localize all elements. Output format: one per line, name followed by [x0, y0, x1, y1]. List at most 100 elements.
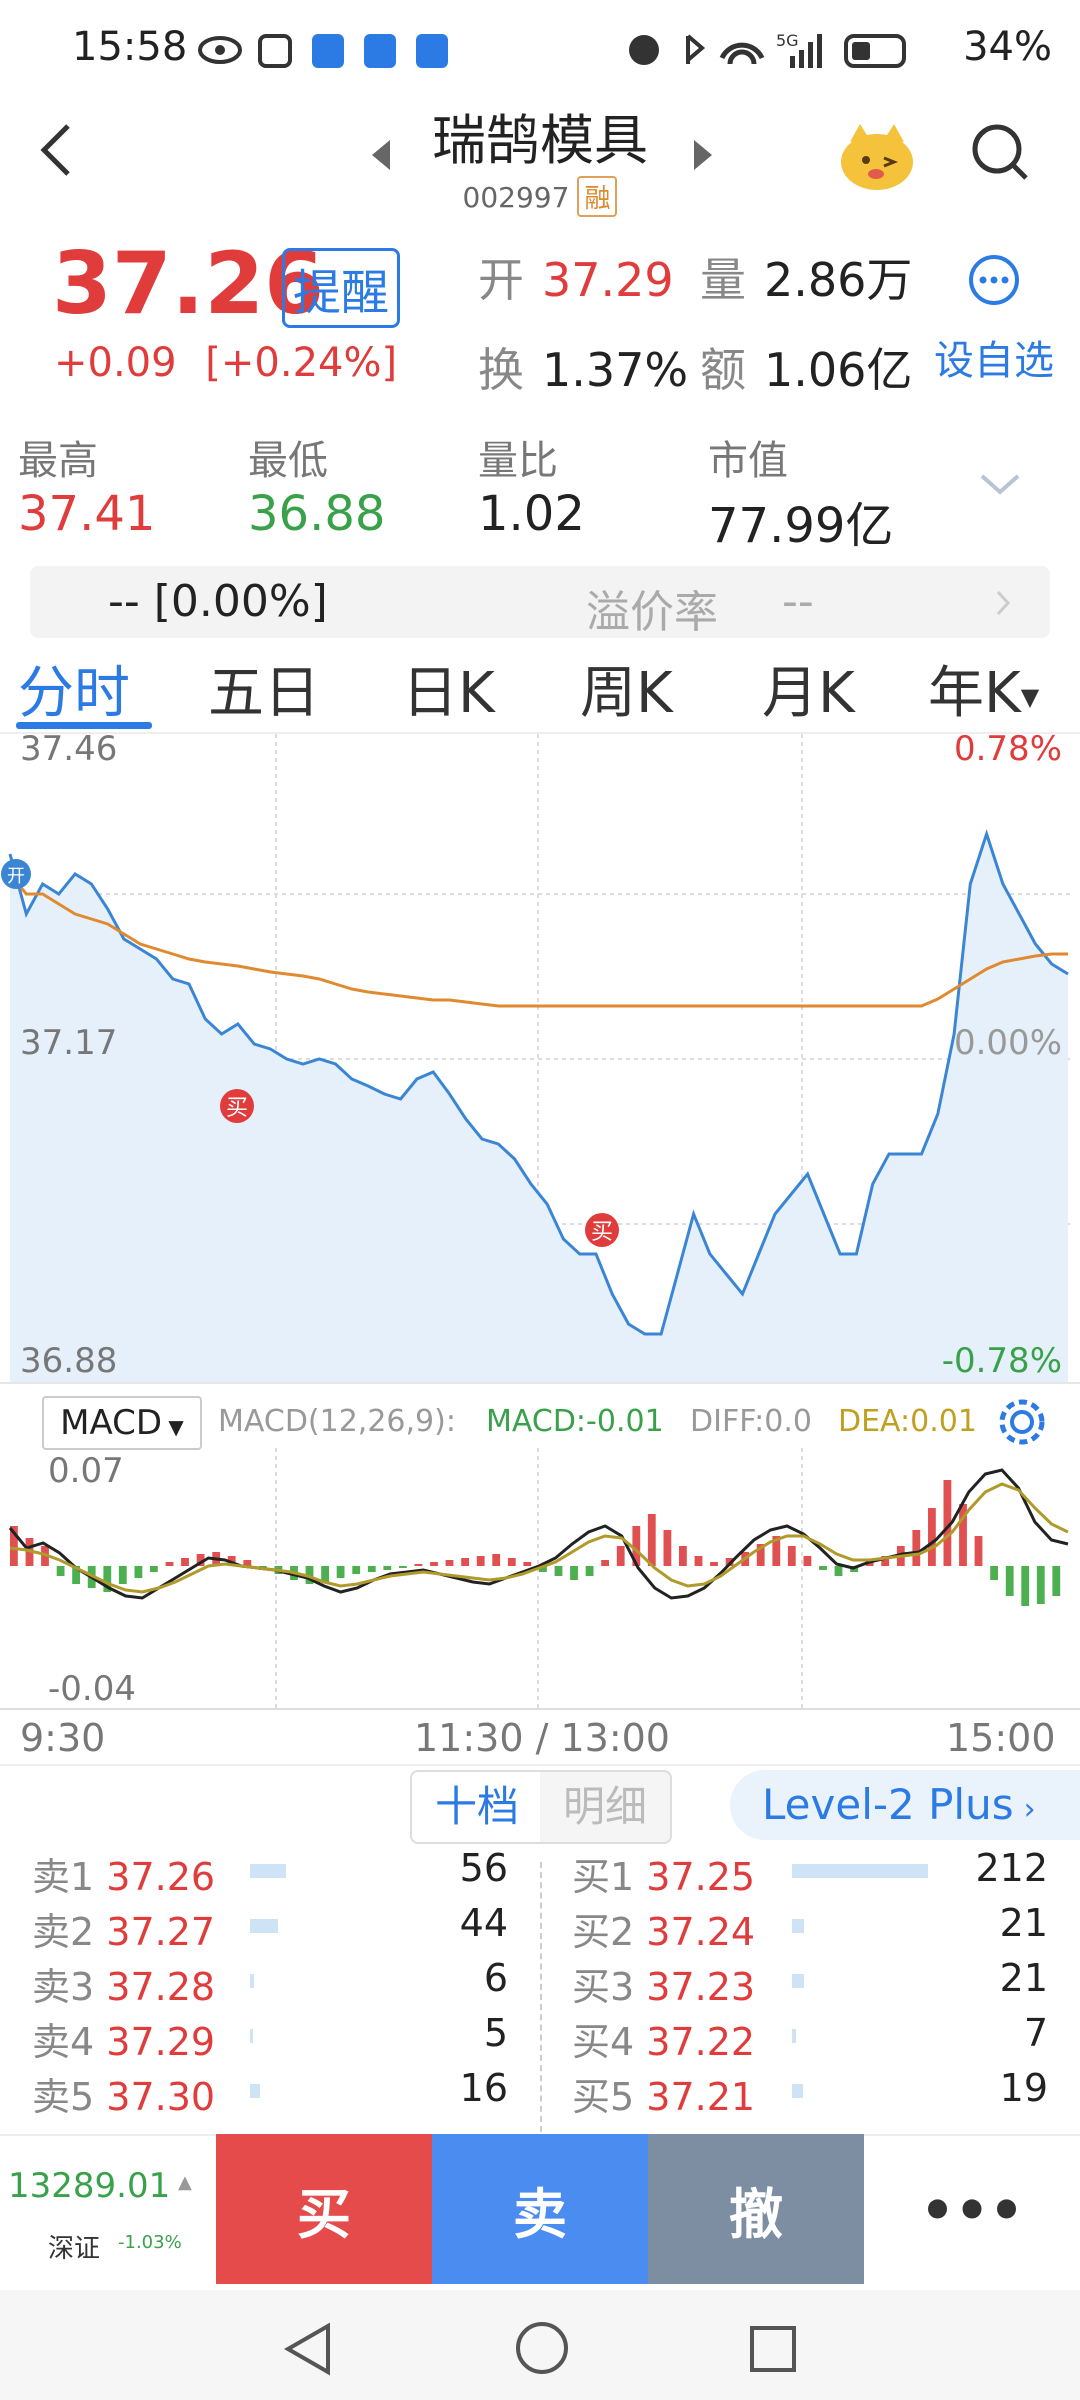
stat-volume-ratio: 量比 1.02: [478, 428, 585, 542]
level2-plus-button[interactable]: Level-2 Plus ›: [730, 1770, 1080, 1840]
ask-volume-bar: [250, 2029, 253, 2043]
battery-percentage: 34%: [963, 24, 1052, 70]
ask-row[interactable]: 卖1 37.26: [32, 1846, 215, 1901]
status-time: 15:58: [72, 24, 188, 70]
premium-value: --: [782, 576, 814, 627]
pct-axis-bottom: -0.78%: [942, 1341, 1062, 1381]
mascot-button[interactable]: [836, 120, 918, 196]
search-button[interactable]: [970, 122, 1030, 188]
macd-bar: [554, 1566, 563, 1576]
macd-bar: [336, 1566, 345, 1578]
buy-marker[interactable]: 买: [220, 1089, 254, 1123]
gear-icon: [999, 1399, 1045, 1445]
index-name: 深证: [48, 2234, 101, 2264]
index-pct: -1.03%: [118, 2232, 182, 2253]
ask-row[interactable]: 卖4 37.29: [32, 2011, 215, 2066]
macd-bar: [523, 1562, 532, 1566]
stat-label: 市值: [708, 438, 788, 484]
macd-bar: [1005, 1566, 1014, 1596]
ask-row[interactable]: 卖2 37.27: [32, 1901, 215, 1956]
tab-daily-k[interactable]: 日K: [402, 648, 495, 729]
premium-label: 溢价率: [586, 587, 718, 638]
sell-button[interactable]: 卖: [432, 2134, 648, 2284]
tab-yearly-k[interactable]: 年K▼: [928, 648, 1039, 729]
ask-price: 37.29: [106, 2020, 216, 2064]
bid-row[interactable]: 买5 37.21: [572, 2066, 755, 2121]
indicator-name: MACD: [60, 1403, 163, 1443]
buy-marker[interactable]: 买: [585, 1213, 619, 1247]
more-options-button[interactable]: [968, 254, 1020, 310]
add-to-watchlist-button[interactable]: 设自选: [934, 328, 1054, 386]
amount-label: 额: [700, 343, 746, 397]
chevron-right-icon: [996, 590, 1011, 616]
nav-recents-icon: [750, 2326, 796, 2372]
time-mid: 11:30 / 13:00: [414, 1716, 670, 1760]
nav-home-button[interactable]: [514, 2320, 570, 2380]
macd-bar: [461, 1558, 469, 1566]
premium-bar[interactable]: -- [0.00%] 溢价率 --: [30, 566, 1050, 638]
tab-detail[interactable]: 明细: [540, 1770, 672, 1844]
bid-row[interactable]: 买2 37.24: [572, 1901, 755, 1956]
status-icons-left: [196, 30, 496, 70]
open-value: 37.29: [542, 253, 674, 307]
divider: [0, 1382, 1080, 1384]
system-status-icons: 5G: [629, 31, 906, 68]
bid-volume-bar: [792, 1919, 804, 1933]
macd-params: MACD(12,26,9):: [218, 1404, 456, 1439]
tab-monthly-k[interactable]: 月K: [762, 648, 855, 729]
index-box[interactable]: 13289.01 ▲ 深证 -1.03%: [0, 2134, 216, 2286]
svg-text:5G: 5G: [776, 31, 799, 50]
ask-row[interactable]: 卖5 37.30: [32, 2066, 215, 2121]
macd-chart[interactable]: 0.07 -0.04: [0, 1448, 1080, 1710]
buy-marker-label: 买: [226, 1096, 248, 1121]
macd-bar: [834, 1566, 843, 1576]
cancel-order-button[interactable]: 撤: [648, 2134, 864, 2284]
y-axis-mid: 37.17: [20, 1023, 117, 1063]
stock-name: 瑞鹄模具: [432, 109, 648, 172]
active-tab-indicator: [16, 722, 152, 729]
indicator-settings-button[interactable]: [994, 1394, 1050, 1454]
tab-intraday[interactable]: 分时: [18, 648, 130, 729]
chevron-right-icon: ›: [1023, 1792, 1036, 1827]
bid-row[interactable]: 买1 37.25: [572, 1846, 755, 1901]
indicator-selector[interactable]: MACD ▼: [42, 1396, 202, 1450]
price-change-pct: [+0.24%]: [205, 340, 398, 386]
orderbook-divider: [540, 1862, 542, 2132]
ask-volume-bar: [250, 1919, 278, 1933]
pct-axis-mid: 0.00%: [954, 1023, 1062, 1063]
macd-bar: [134, 1566, 143, 1578]
macd-y-bottom: -0.04: [48, 1669, 136, 1709]
bid-price: 37.22: [646, 2020, 756, 2064]
macd-bar: [367, 1566, 376, 1572]
more-actions-button[interactable]: •••: [864, 2134, 1080, 2284]
tab-five-day[interactable]: 五日: [208, 648, 320, 729]
macd-bar: [507, 1558, 516, 1566]
macd-bar: [399, 1566, 407, 1568]
macd-bar: [492, 1554, 501, 1566]
bid-volume: 7: [1023, 2011, 1048, 2055]
tab-ten-levels[interactable]: 十档: [410, 1770, 544, 1844]
intraday-chart[interactable]: 37.46 37.17 36.88 0.78% 0.00% -0.78% 买 买…: [0, 734, 1080, 1384]
nav-recents-button[interactable]: [748, 2324, 798, 2378]
nav-back-button[interactable]: [282, 2322, 334, 2380]
buy-button[interactable]: 买: [216, 2134, 432, 2284]
expand-stats-button[interactable]: [978, 470, 1022, 502]
amount: 额 1.06亿: [700, 334, 912, 400]
y-axis-top: 37.46: [20, 734, 117, 769]
bid-row[interactable]: 买4 37.22: [572, 2011, 755, 2066]
bid-price: 37.25: [646, 1855, 756, 1899]
price-alert-button[interactable]: 提醒: [282, 248, 401, 328]
ask-volume-bar: [250, 1974, 254, 1988]
macd-bar: [181, 1558, 189, 1566]
pct-axis-top: 0.78%: [954, 734, 1062, 769]
bid-row[interactable]: 买3 37.23: [572, 1956, 755, 2011]
stat-value: 1.02: [478, 486, 585, 542]
search-icon: [972, 124, 1028, 180]
turnover-label: 换: [478, 343, 524, 397]
bid-label: 买5: [572, 2075, 635, 2119]
macd-bar: [445, 1560, 454, 1566]
tab-weekly-k[interactable]: 周K: [580, 648, 673, 729]
ask-row[interactable]: 卖3 37.28: [32, 1956, 215, 2011]
more-circle-icon: [969, 255, 1019, 305]
caret-down-icon: ▼: [1020, 682, 1040, 711]
